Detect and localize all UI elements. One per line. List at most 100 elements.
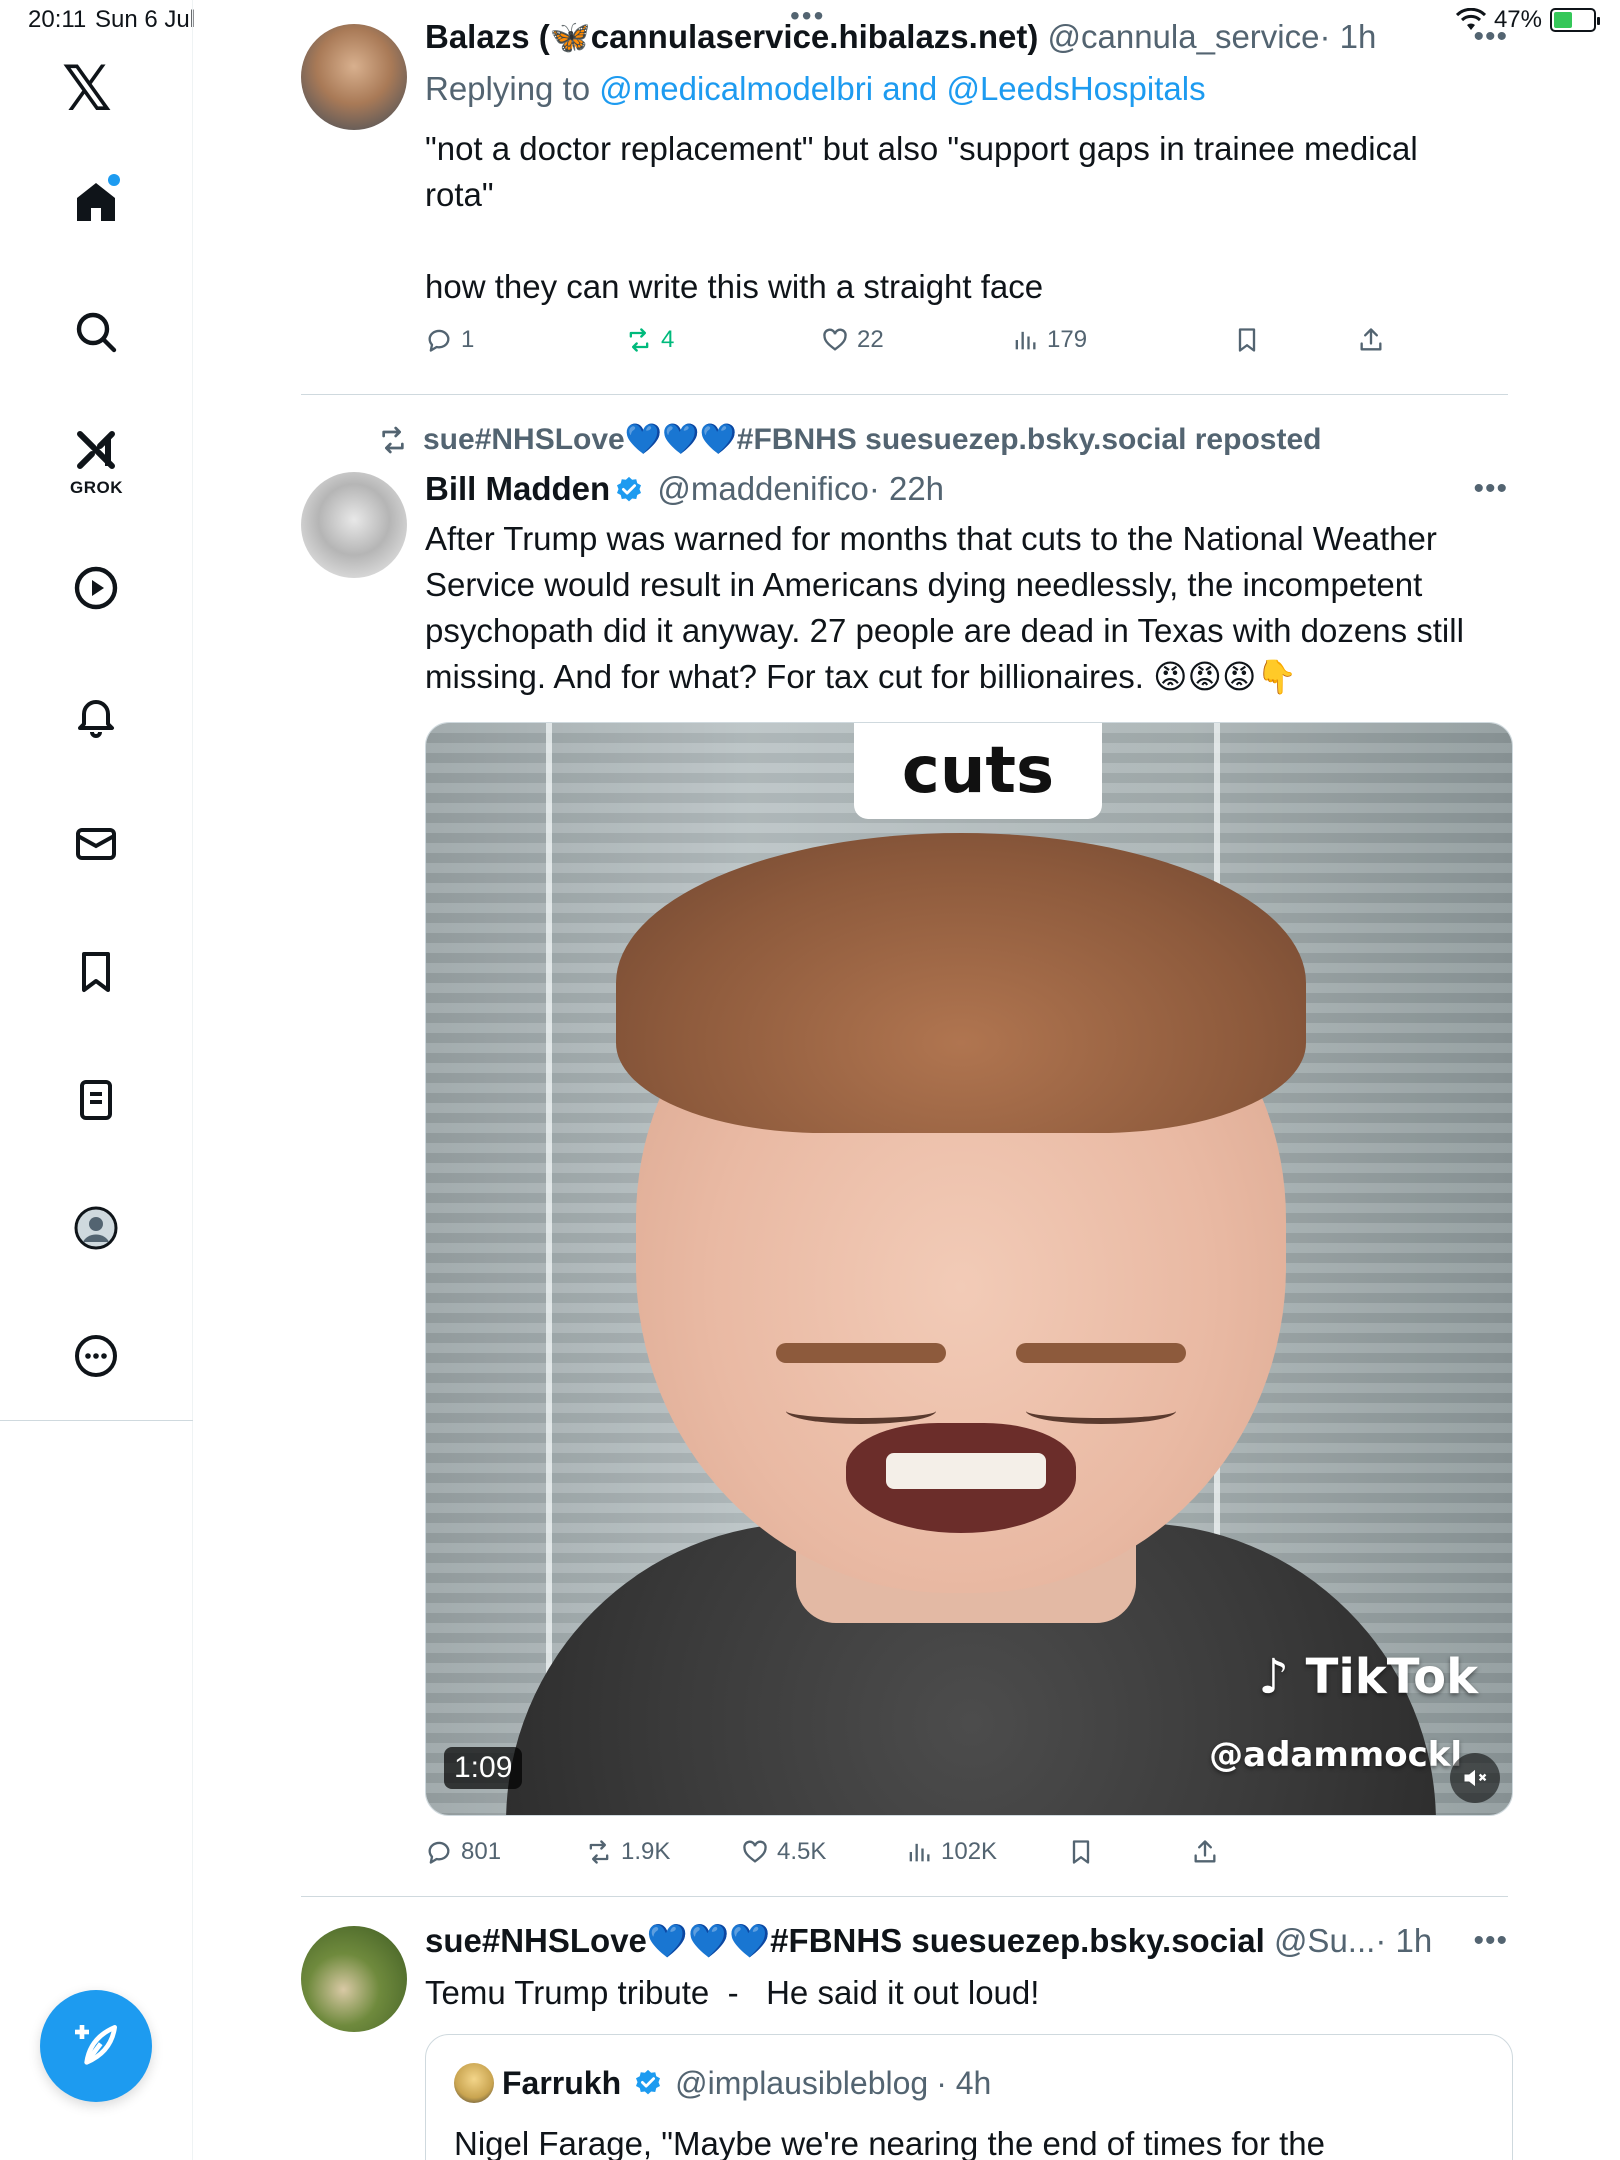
views-button[interactable]: 102K [905,1838,997,1866]
unread-dot [108,174,120,186]
grok-label: GROK [70,478,123,497]
tiktok-handle: @adammockl [1209,1735,1462,1775]
bell-icon [78,700,114,738]
reply-count: 801 [461,1838,502,1865]
author-name[interactable]: Bill Madden [425,470,610,507]
mail-icon [76,828,116,860]
reply-count: 1 [461,326,475,353]
tweet-line: how they can write this with a straight … [425,268,1044,305]
tweet-header: Balazs (🦋cannulaservice.hibalazs.net) @c… [425,18,1376,57]
nav-home[interactable] [56,162,136,242]
quoted-tweet[interactable]: Farrukh @implausibleblog · 4h Nigel Farag… [425,2034,1513,2160]
like-button[interactable]: 22 [821,326,884,354]
sidebar-divider [0,1420,193,1421]
like-count: 4.5K [777,1838,827,1865]
bookmark-button[interactable] [1067,1838,1095,1866]
tweet-line: psychopath did it anyway. 27 people are … [425,612,1464,649]
tweet-divider [301,394,1508,395]
share-icon [1360,328,1382,351]
muted-speaker-icon [1464,1769,1487,1787]
timeline: Balazs (🦋cannulaservice.hibalazs.net) @c… [193,0,1620,2160]
replying-to: Replying to @medicalmodelbri and @LeedsH… [425,70,1206,108]
quote-header: Farrukh @implausibleblog · 4h [454,2063,991,2103]
tweet-line: rota" [425,176,494,213]
more-icon [75,1335,117,1377]
views-count: 179 [1047,326,1088,353]
replying-to-links[interactable]: @medicalmodelbri and @LeedsHospitals [599,70,1205,107]
x-logo[interactable]: 𝕏 [62,58,112,120]
quote-author-name[interactable]: Farrukh [502,2065,621,2102]
nav-lists[interactable] [56,1060,136,1140]
video-person-brow [1016,1343,1186,1363]
video-duration: 1:09 [444,1747,523,1789]
views-count: 102K [941,1838,998,1865]
nav-more[interactable] [56,1316,136,1396]
tweet-header: sue#NHSLove💙💙💙#FBNHS suesuezep.bsky.soci… [425,1922,1432,1961]
author-name[interactable]: Balazs (🦋cannulaservice.hibalazs.net) [425,18,1038,55]
reply-icon [428,329,450,352]
reply-button[interactable]: 801 [425,1838,501,1866]
avatar[interactable] [301,472,407,578]
like-button[interactable]: 4.5K [741,1838,826,1866]
views-button[interactable]: 179 [1011,326,1087,354]
video-player[interactable]: cuts ♪ TikTok @adammockl 1:09 [425,722,1513,1816]
nav-messages[interactable] [56,804,136,884]
tiktok-watermark: ♪ TikTok [1258,1649,1478,1705]
heart-icon [823,328,847,351]
reply-button[interactable]: 1 [425,326,474,354]
bookmark-icon [1238,328,1256,352]
author-name[interactable]: sue#NHSLove💙💙💙#FBNHS suesuezep.bsky.soci… [425,1922,1265,1959]
share-button[interactable] [1191,1838,1219,1866]
nav-search[interactable] [56,292,136,372]
tweet-line: After Trump was warned for months that c… [425,520,1437,557]
avatar[interactable] [301,24,407,130]
quote-avatar[interactable] [454,2063,494,2103]
repost-button[interactable]: 4 [625,326,674,354]
views-icon [909,1843,930,1862]
nav-notifications[interactable] [56,676,136,756]
tweet-line: missing. And for what? For tax cut for b… [425,658,1298,695]
avatar[interactable] [301,1926,407,2032]
grok-icon [77,431,115,469]
nav-videos[interactable] [56,548,136,628]
tweet-actions: 1 4 22 179 [425,326,1425,366]
replying-prefix: Replying to [425,70,591,107]
nav-profile[interactable] [56,1188,136,1268]
tweet-header: Bill Madden @maddenifico· 22h [425,470,944,508]
views-icon [1015,331,1036,350]
author-handle[interactable]: @Su... [1274,1922,1375,1959]
author-handle[interactable]: @cannula_service [1048,18,1320,55]
tweet-more-button[interactable]: ••• [1473,1924,1508,1958]
search-icon [76,312,117,353]
nav-bookmarks[interactable] [56,932,136,1012]
mute-button[interactable] [1450,1753,1500,1803]
heart-icon [743,1840,767,1863]
bookmark-icon [82,952,110,992]
tweet-divider [301,1896,1508,1897]
tweet-text: "not a doctor replacement" but also "sup… [425,126,1505,310]
share-button[interactable] [1357,326,1385,354]
play-icon [74,566,118,610]
tweet-time[interactable]: · 22h [869,470,944,507]
repost-icon [629,328,649,352]
repost-button[interactable]: 1.9K [585,1838,670,1866]
reposted-by[interactable]: sue#NHSLove💙💙💙#FBNHS suesuezep.bsky.soci… [423,422,1321,457]
video-person-eye [786,1398,936,1424]
bookmark-button[interactable] [1233,326,1261,354]
author-handle[interactable]: @maddenifico [657,470,868,507]
quote-author-handle[interactable]: @implausibleblog [675,2065,928,2102]
profile-icon [74,1206,118,1250]
tweet-more-button[interactable]: ••• [1473,20,1508,54]
tweet-line: "not a doctor replacement" but also "sup… [425,130,1418,167]
compose-button[interactable] [40,1990,152,2102]
video-person-brow [776,1343,946,1363]
video-caption: cuts [854,723,1102,819]
tweet-more-button[interactable]: ••• [1473,472,1508,506]
reply-icon [428,1841,450,1864]
repost-icon [589,1840,609,1864]
tweet-time[interactable]: · 1h [1319,18,1376,55]
repost-icon [382,426,404,453]
blind-cord [546,723,552,1815]
verified-badge-icon [617,476,642,502]
tweet-time[interactable]: · 1h [1375,1922,1432,1959]
